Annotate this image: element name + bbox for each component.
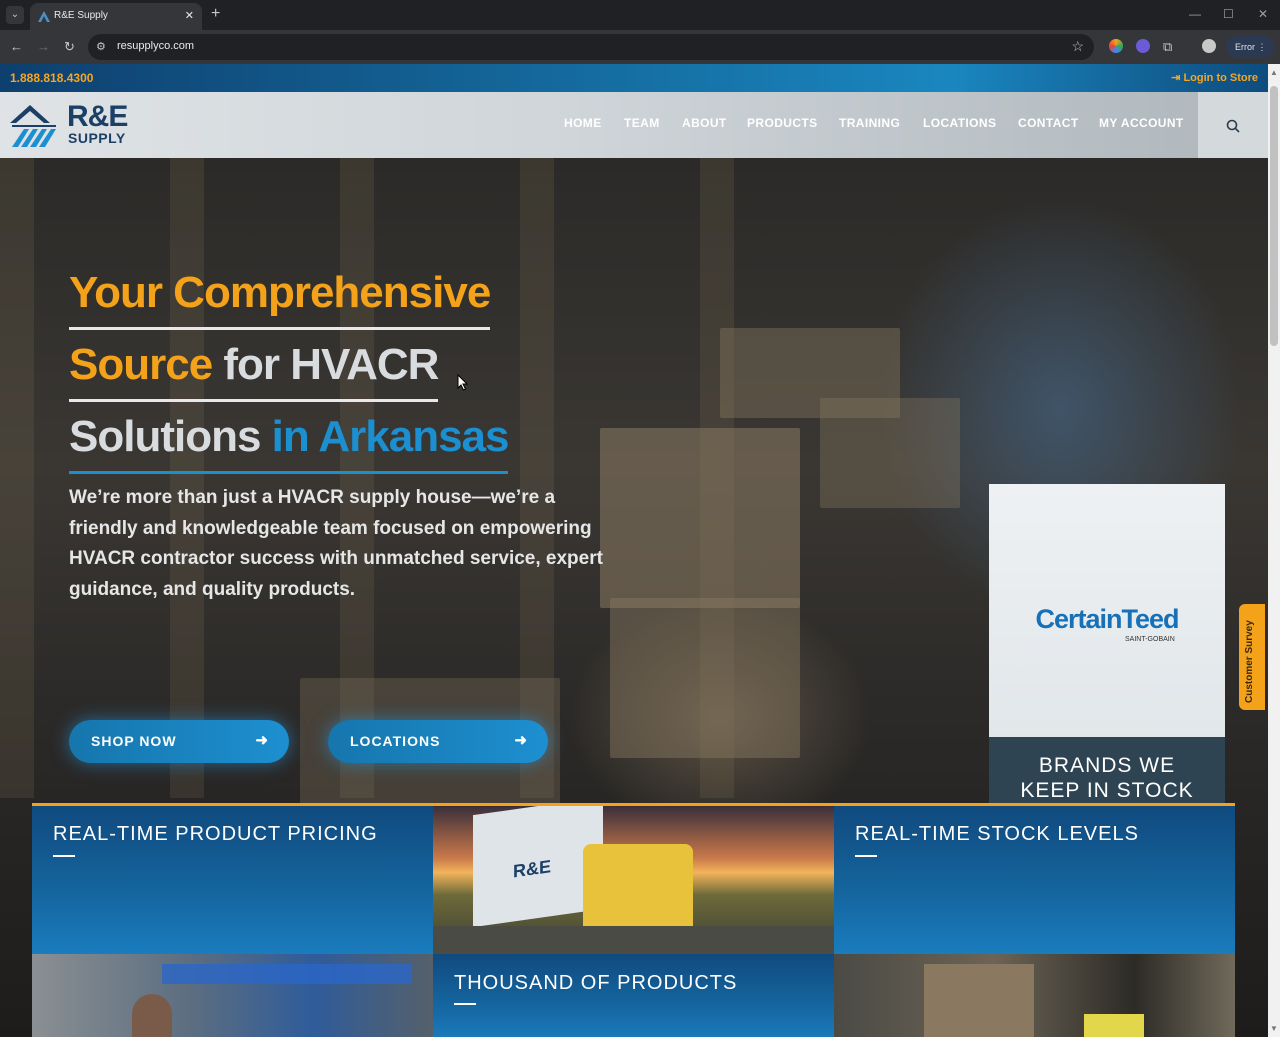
warehouse-stock-photo bbox=[834, 954, 1235, 1037]
nav-home[interactable]: HOME bbox=[564, 116, 602, 130]
feature-tiles: REAL-TIME PRODUCT PRICING R&E REAL-TIME … bbox=[32, 803, 1235, 1037]
certainteed-logo: CertainTeed bbox=[1035, 604, 1179, 634]
truck-logo-text: R&E bbox=[513, 856, 552, 882]
maximize-icon[interactable]: ☐ bbox=[1223, 7, 1234, 21]
site-favicon-icon bbox=[38, 11, 50, 22]
warehouse-shelf bbox=[170, 158, 204, 798]
nav-locations[interactable]: LOCATIONS bbox=[923, 116, 996, 130]
site-header: R&E SUPPLY HOME TEAM ABOUT PRODUCTS TRAI… bbox=[0, 92, 1268, 158]
reload-icon[interactable]: ↻ bbox=[64, 39, 75, 55]
url-text[interactable]: resupplyco.com bbox=[117, 40, 194, 52]
warehouse-box bbox=[610, 598, 800, 758]
arrow-right-icon: ➜ bbox=[255, 732, 269, 749]
profile-avatar-icon[interactable] bbox=[1202, 39, 1216, 53]
heading-in-arkansas: in Arkansas bbox=[260, 412, 510, 461]
scroll-thumb[interactable] bbox=[1270, 86, 1278, 346]
nav-team[interactable]: TEAM bbox=[624, 116, 660, 130]
extension-color-icon[interactable] bbox=[1109, 39, 1123, 53]
hero-paragraph: We’re more than just a HVACR supply hous… bbox=[69, 487, 603, 600]
heading-for-hvacr: for HVACR bbox=[212, 340, 439, 389]
blue-bins bbox=[162, 964, 412, 984]
warehouse-box bbox=[820, 398, 960, 508]
heading-source: Source bbox=[69, 340, 213, 389]
tile-rule bbox=[53, 855, 75, 857]
tile-rule bbox=[855, 855, 877, 857]
heading-solutions: Solutions bbox=[69, 412, 261, 461]
warehouse-shelf bbox=[0, 158, 34, 798]
warehouse-box bbox=[600, 428, 800, 608]
brands-label-line-1: BRANDS WE bbox=[1038, 754, 1176, 777]
tile-pricing-title: REAL-TIME PRODUCT PRICING bbox=[53, 823, 378, 845]
web-page: 1.888.818.4300 ⇥ Login to Store R&E SUPP… bbox=[0, 64, 1268, 1037]
hero-heading: Your Comprehensive Source for HVACR Solu… bbox=[69, 258, 629, 474]
nav-products[interactable]: PRODUCTS bbox=[747, 116, 818, 130]
scroll-up-icon[interactable]: ▲ bbox=[1270, 68, 1278, 77]
forward-icon[interactable]: → bbox=[37, 39, 50, 54]
nav-about[interactable]: ABOUT bbox=[682, 116, 727, 130]
nav-my-account[interactable]: MY ACCOUNT bbox=[1099, 116, 1184, 130]
login-to-store-link[interactable]: ⇥ Login to Store bbox=[1171, 71, 1258, 84]
window-close-icon[interactable]: ✕ bbox=[1258, 7, 1268, 21]
page-scrollbar[interactable]: ▲ ▼ bbox=[1268, 64, 1280, 1037]
locations-button[interactable]: LOCATIONS ➜ bbox=[328, 720, 548, 763]
brands-label-line-2: KEEP IN STOCK bbox=[1020, 779, 1194, 802]
tile-product-pricing[interactable]: REAL-TIME PRODUCT PRICING bbox=[32, 806, 433, 954]
browser-toolbar: ← → ↻ ⚙ resupplyco.com ☆ ⧉ Error ⋮ bbox=[0, 30, 1280, 64]
heading-line-1: Your Comprehensive bbox=[69, 258, 491, 330]
nav-training[interactable]: TRAINING bbox=[839, 116, 900, 130]
back-icon[interactable]: ← bbox=[10, 39, 23, 54]
browser-tab-bar: ⌄ R&E Supply ✕ + — ☐ ✕ bbox=[0, 0, 1280, 30]
heading-line-2: Source for HVACR bbox=[69, 330, 439, 402]
bookmark-star-icon[interactable]: ☆ bbox=[1071, 38, 1084, 55]
extensions-puzzle-icon[interactable]: ⧉ bbox=[1163, 39, 1172, 55]
shop-now-label: SHOP NOW bbox=[91, 733, 177, 749]
new-tab-icon[interactable]: + bbox=[211, 5, 220, 23]
address-bar[interactable]: ⚙ resupplyco.com ☆ bbox=[88, 34, 1094, 60]
saint-gobain-text: SAINT-GOBAIN bbox=[1125, 636, 1175, 643]
scroll-down-icon[interactable]: ▼ bbox=[1270, 1024, 1278, 1033]
browser-tab[interactable]: R&E Supply ✕ bbox=[30, 3, 202, 30]
arrow-right-icon: ➜ bbox=[514, 732, 528, 749]
logo-text: R&E bbox=[67, 100, 128, 133]
yellow-cylinders bbox=[1084, 1014, 1144, 1037]
tab-title: R&E Supply bbox=[54, 10, 108, 21]
minimize-icon[interactable]: — bbox=[1189, 7, 1201, 21]
tab-close-icon[interactable]: ✕ bbox=[185, 9, 194, 22]
tile-rule bbox=[454, 1003, 476, 1005]
tile-thousand-products[interactable]: THOUSAND OF PRODUCTS bbox=[433, 954, 834, 1037]
locations-label: LOCATIONS bbox=[350, 733, 441, 749]
heading-line-3: Solutions in Arkansas bbox=[69, 402, 510, 474]
top-info-bar: 1.888.818.4300 ⇥ Login to Store bbox=[0, 64, 1268, 92]
tile-stock-levels[interactable]: REAL-TIME STOCK LEVELS bbox=[834, 806, 1235, 954]
login-label: Login to Store bbox=[1183, 72, 1258, 84]
extension-gear-icon[interactable] bbox=[1136, 39, 1150, 53]
tile-stock-title: REAL-TIME STOCK LEVELS bbox=[855, 823, 1139, 845]
site-logo[interactable]: R&E SUPPLY bbox=[10, 101, 130, 149]
road bbox=[433, 926, 834, 954]
nav-contact[interactable]: CONTACT bbox=[1018, 116, 1079, 130]
tile-products-title: THOUSAND OF PRODUCTS bbox=[454, 972, 738, 994]
logo-mark-icon bbox=[10, 105, 56, 147]
search-icon bbox=[1226, 119, 1240, 133]
tab-search-icon[interactable]: ⌄ bbox=[6, 6, 24, 24]
error-status-button[interactable]: Error ⋮ bbox=[1226, 36, 1274, 58]
shop-now-button[interactable]: SHOP NOW ➜ bbox=[69, 720, 289, 763]
stacked-boxes bbox=[924, 964, 1034, 1037]
site-search-button[interactable] bbox=[1198, 92, 1268, 158]
logo-subtext: SUPPLY bbox=[68, 130, 126, 146]
site-info-icon[interactable]: ⚙ bbox=[96, 40, 106, 53]
warehouse-worker-photo bbox=[32, 954, 433, 1037]
phone-number-link[interactable]: 1.888.818.4300 bbox=[10, 71, 93, 85]
mouse-cursor-icon bbox=[457, 374, 469, 391]
truck-photo: R&E bbox=[433, 806, 834, 954]
error-label: Error bbox=[1235, 42, 1255, 52]
customer-survey-label: Customer Survey bbox=[1244, 620, 1255, 703]
worker-figure bbox=[132, 994, 172, 1037]
